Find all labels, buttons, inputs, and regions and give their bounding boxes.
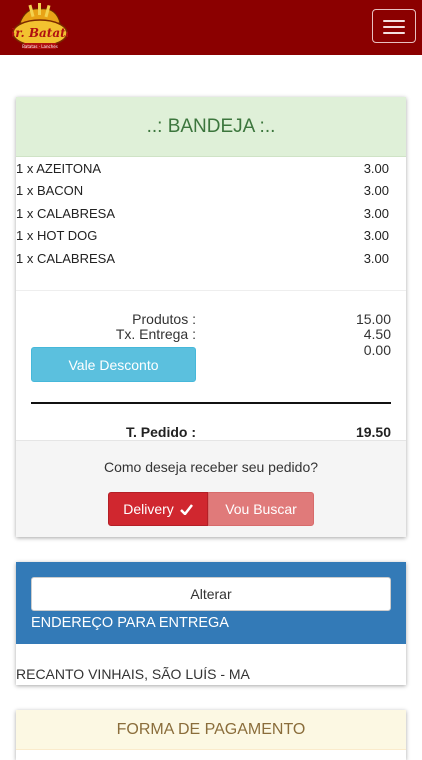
vale-desconto-button[interactable]: Vale Desconto [31, 347, 196, 382]
top-navbar: Sr. Batata Batatas · Lanches [0, 0, 422, 55]
alterar-button[interactable]: Alterar [31, 577, 391, 611]
receive-options: Como deseja receber seu pedido? Delivery… [16, 440, 406, 537]
hamburger-line [383, 26, 405, 28]
item-price: 3.00 [363, 161, 389, 176]
order-card: ..: BANDEJA :.. 1 x AZEITONA 3.00 1 x BA… [16, 97, 406, 537]
list-item: 1 x AZEITONA 3.00 [16, 161, 406, 183]
address-card: Alterar ENDEREÇO PARA ENTREGA RECANTO VI… [16, 562, 406, 685]
svg-text:Sr. Batata: Sr. Batata [12, 26, 68, 40]
delivery-label: Delivery [123, 500, 174, 517]
vou-buscar-button[interactable]: Vou Buscar [208, 492, 314, 526]
delivery-button[interactable]: Delivery [108, 492, 208, 526]
payment-title[interactable]: FORMA DE PAGAMENTO [16, 710, 406, 750]
list-item: 1 x HOT DOG 3.00 [16, 228, 406, 250]
entrega-value: 4.50 [363, 326, 391, 342]
item-desc: 1 x BACON [16, 183, 84, 198]
item-desc: 1 x CALABRESA [16, 251, 115, 266]
brand-logo[interactable]: Sr. Batata Batatas · Lanches [7, 3, 73, 53]
item-price: 3.00 [363, 251, 389, 266]
produtos-value: 15.00 [355, 311, 391, 327]
item-desc: 1 x CALABRESA [16, 206, 115, 221]
total-divider [31, 402, 391, 404]
delivery-address: RECANTO VINHAIS, SÃO LUÍS - MA [16, 666, 250, 682]
list-item: 1 x BACON 3.00 [16, 183, 406, 205]
item-price: 3.00 [363, 228, 389, 243]
item-price: 3.00 [363, 206, 389, 221]
item-price: 3.00 [363, 183, 389, 198]
list-item: 1 x CALABRESA 3.00 [16, 251, 406, 273]
divider [16, 290, 406, 291]
payment-card: FORMA DE PAGAMENTO [16, 710, 406, 760]
check-icon [179, 502, 193, 518]
hamburger-menu-button[interactable] [372, 9, 416, 43]
logo-graphic: Sr. Batata Batatas · Lanches [7, 3, 73, 49]
desconto-value: 0.00 [363, 342, 391, 358]
produtos-label: Produtos : [132, 311, 196, 327]
svg-text:Batatas · Lanches: Batatas · Lanches [22, 44, 58, 49]
address-header: Alterar ENDEREÇO PARA ENTREGA [16, 562, 406, 644]
item-desc: 1 x AZEITONA [16, 161, 102, 176]
list-item: 1 x CALABRESA 3.00 [16, 206, 406, 228]
item-desc: 1 x HOT DOG [16, 228, 98, 243]
entrega-label: Tx. Entrega : [115, 326, 196, 342]
order-title: ..: BANDEJA :.. [16, 97, 406, 157]
hamburger-line [383, 32, 405, 34]
hamburger-menu-icon [383, 20, 405, 22]
total-label: T. Pedido : [126, 424, 196, 440]
total-value: 19.50 [355, 424, 391, 440]
address-title: ENDEREÇO PARA ENTREGA [31, 615, 229, 631]
receive-question: Como deseja receber seu pedido? [103, 459, 319, 475]
